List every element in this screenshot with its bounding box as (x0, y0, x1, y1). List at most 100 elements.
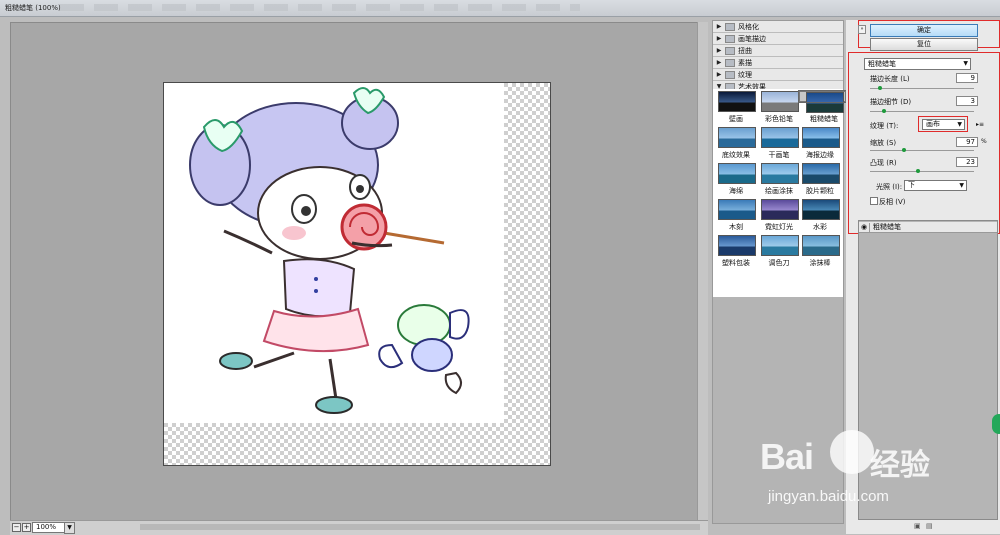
texture-select[interactable]: 画布 ▼ (922, 119, 965, 130)
relief-field[interactable]: 23 (956, 157, 978, 167)
chevron-right-icon: ▶ (716, 71, 722, 78)
invert-checkbox[interactable] (870, 197, 878, 205)
thumbnail-image (802, 163, 840, 184)
thumbnail-image (761, 199, 799, 220)
category-sketch[interactable]: ▶ 素描 (713, 57, 843, 69)
thumbnail-image (802, 127, 840, 148)
watermark: Bai 经验 jingyan.baidu.com (752, 422, 952, 512)
zoom-dropdown-icon[interactable]: ▼ (64, 522, 75, 534)
thumb-poster-edges[interactable]: 海报边缘 (799, 127, 841, 160)
light-select[interactable]: 下 ▼ (904, 180, 967, 191)
side-tool-button[interactable] (992, 414, 1000, 434)
folder-icon (725, 58, 735, 67)
delete-layer-icon[interactable]: ▤ (926, 522, 933, 530)
folder-icon (725, 46, 735, 55)
reset-button[interactable]: 复位 (870, 38, 978, 51)
slider-knob[interactable] (902, 148, 906, 152)
thumbnail-image (761, 235, 799, 256)
effect-layer-row[interactable]: ◉ 粗糙蜡笔 (859, 222, 997, 233)
title-bar: 粗糙蜡笔 (100%) (0, 0, 1000, 17)
scaling-unit: % (981, 138, 987, 145)
zoom-level-field[interactable]: 100% (32, 522, 67, 533)
thumbnail-image (718, 235, 756, 256)
scaling-field[interactable]: 97 (956, 137, 978, 147)
thumb-neon-glow[interactable]: 霓虹灯光 (758, 199, 800, 232)
folder-icon (725, 22, 735, 31)
thumbnail-image (718, 163, 756, 184)
stroke-length-slider[interactable] (870, 86, 974, 90)
zoom-out-button[interactable]: − (12, 523, 21, 532)
watermark-url: jingyan.baidu.com (768, 488, 889, 505)
thumb-rough-pastels[interactable]: 粗糙蜡笔 (798, 90, 847, 123)
thumbnail-image (806, 92, 844, 113)
scaling-label: 缩放 (S) (870, 139, 897, 147)
thumb-watercolor[interactable]: 水彩 (799, 199, 841, 232)
preview-vertical-scrollbar[interactable] (697, 22, 708, 520)
thumb-underpainting[interactable]: 底纹效果 (715, 127, 757, 160)
slider-knob[interactable] (878, 86, 882, 90)
thumb-colored-pencil[interactable]: 彩色铅笔 (758, 91, 800, 124)
stroke-detail-slider[interactable] (870, 109, 974, 113)
texture-label: 纹理 (T): (870, 122, 899, 130)
slider-knob[interactable] (916, 169, 920, 173)
thumb-sponge[interactable]: 海绵 (715, 163, 757, 196)
eye-icon[interactable]: ◉ (859, 222, 869, 232)
preview-canvas[interactable] (163, 82, 551, 466)
category-texture[interactable]: ▶ 纹理 (713, 69, 843, 81)
collapse-gallery-icon[interactable]: » (858, 25, 866, 34)
chevron-right-icon: ▶ (716, 23, 722, 30)
watermark-brand: Bai (760, 436, 814, 477)
thumbnail-image (761, 163, 799, 184)
preview-area[interactable] (10, 22, 698, 522)
chevron-right-icon: ▶ (716, 59, 722, 66)
folder-icon (725, 34, 735, 43)
thumb-cutout[interactable]: 木刻 (715, 199, 757, 232)
new-layer-icon[interactable]: ▣ (914, 522, 921, 530)
menu-strip (60, 4, 580, 11)
category-stylize[interactable]: ▶ 风格化 (713, 21, 843, 33)
artwork (164, 83, 504, 423)
thumb-dry-brush[interactable]: 干画笔 (758, 127, 800, 160)
invert-label: 反相 (V) (879, 198, 906, 206)
thumbnail-image (718, 199, 756, 220)
relief-label: 凸现 (R) (870, 159, 897, 167)
thumbnail-image (802, 199, 840, 220)
scaling-slider[interactable] (870, 148, 974, 152)
stroke-length-field[interactable]: 9 (956, 73, 978, 83)
thumbnail-image (761, 91, 799, 112)
stroke-length-label: 描边长度 (L) (870, 75, 910, 83)
thumb-smudge-stick[interactable]: 涂抹棒 (799, 235, 841, 268)
chevron-down-icon: ▼ (957, 121, 962, 128)
thumb-plastic-wrap[interactable]: 塑料包装 (715, 235, 757, 268)
preview-horizontal-scrollbar[interactable] (140, 524, 700, 530)
baidu-paw-icon (830, 430, 874, 474)
relief-slider[interactable] (870, 169, 974, 173)
slider-knob[interactable] (882, 109, 886, 113)
texture-menu-icon[interactable]: ▸≡ (976, 121, 984, 128)
chevron-down-icon: ▼ (959, 182, 964, 189)
chevron-right-icon: ▶ (716, 47, 722, 54)
thumb-film-grain[interactable]: 胶片颗粒 (799, 163, 841, 196)
category-distort[interactable]: ▶ 扭曲 (713, 45, 843, 57)
filter-select[interactable]: 粗糙蜡笔 ▼ (864, 58, 971, 70)
preview-status-bar: − + 100% ▼ (10, 520, 708, 535)
light-label: 光照 (I): (876, 183, 903, 191)
thumbnail-image (761, 127, 799, 148)
thumbnail-image (718, 91, 756, 112)
window-title: 粗糙蜡笔 (100%) (5, 4, 61, 12)
folder-icon (725, 70, 735, 79)
zoom-in-button[interactable]: + (22, 523, 31, 532)
thumb-palette-knife[interactable]: 调色刀 (758, 235, 800, 268)
thumbnail-grid: 壁画 彩色铅笔 粗糙蜡笔 底纹效果 干画笔 海报边缘 海绵 绘画涂抹 胶片颗粒 … (713, 89, 847, 297)
category-brush-strokes[interactable]: ▶ 画笔描边 (713, 33, 843, 45)
ok-button[interactable]: 确定 (870, 24, 978, 37)
chevron-right-icon: ▶ (716, 35, 722, 42)
stroke-detail-field[interactable]: 3 (956, 96, 978, 106)
watermark-brand-cn: 经验 (870, 448, 930, 483)
thumb-fresco[interactable]: 壁画 (715, 91, 757, 124)
thumb-paint-daubs[interactable]: 绘画涂抹 (758, 163, 800, 196)
stroke-detail-label: 描边细节 (D) (870, 98, 912, 106)
thumbnail-image (718, 127, 756, 148)
thumbnail-image (802, 235, 840, 256)
chevron-down-icon: ▼ (963, 60, 968, 67)
